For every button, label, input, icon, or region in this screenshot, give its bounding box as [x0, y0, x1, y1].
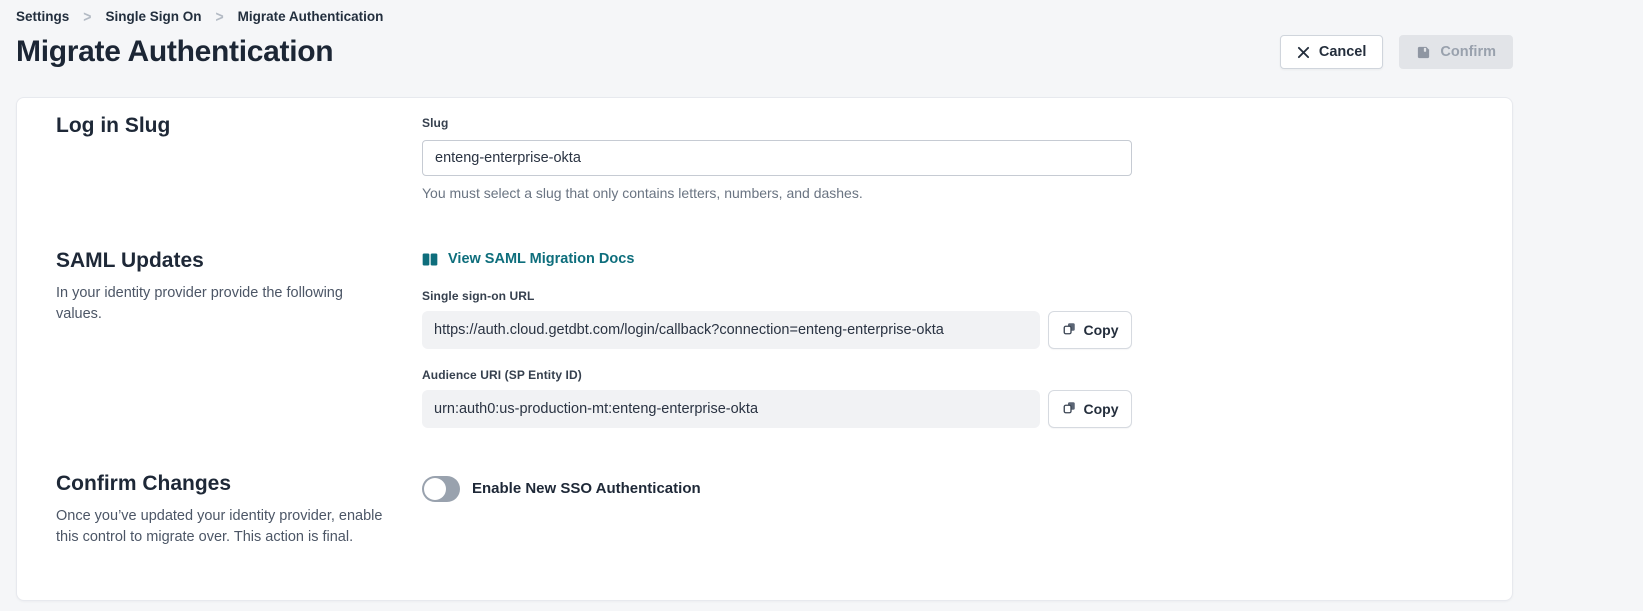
breadcrumb-settings[interactable]: Settings — [16, 9, 69, 24]
x-icon — [1297, 46, 1310, 59]
sso-url-group: Single sign-on URL https://auth.cloud.ge… — [422, 289, 1132, 349]
docs-link-label: View SAML Migration Docs — [448, 251, 634, 267]
breadcrumb-migrate-authentication: Migrate Authentication — [238, 9, 384, 24]
confirm-changes-heading: Confirm Changes — [56, 472, 392, 496]
saml-updates-section: SAML Updates In your identity provider p… — [56, 249, 1512, 428]
open-book-icon — [422, 252, 438, 267]
copy-audience-uri-button[interactable]: Copy — [1048, 390, 1132, 428]
enable-sso-toggle-label: Enable New SSO Authentication — [472, 480, 701, 497]
breadcrumb: Settings > Single Sign On > Migrate Auth… — [16, 7, 1513, 25]
slug-helper-text: You must select a slug that only contain… — [422, 185, 1132, 201]
view-saml-migration-docs-link[interactable]: View SAML Migration Docs — [422, 251, 634, 267]
confirm-button-label: Confirm — [1440, 44, 1496, 60]
sso-url-label: Single sign-on URL — [422, 289, 1132, 303]
toggle-knob — [424, 478, 446, 500]
page-container: Settings > Single Sign On > Migrate Auth… — [16, 0, 1513, 601]
login-slug-section: Log in Slug Slug You must select a slug … — [56, 114, 1512, 201]
copy-icon — [1062, 400, 1077, 418]
slug-label: Slug — [422, 116, 448, 130]
slug-input[interactable] — [422, 140, 1132, 176]
copy-button-label: Copy — [1084, 401, 1119, 417]
settings-card: Log in Slug Slug You must select a slug … — [16, 97, 1513, 601]
confirm-button[interactable]: Confirm — [1399, 35, 1513, 69]
confirm-changes-description: Once you’ve updated your identity provid… — [56, 506, 392, 548]
cancel-button[interactable]: Cancel — [1280, 35, 1384, 69]
page-header: Migrate Authentication Cancel Confirm — [16, 35, 1513, 69]
chevron-right-icon: > — [215, 7, 223, 25]
header-actions: Cancel Confirm — [1280, 35, 1513, 69]
audience-uri-group: Audience URI (SP Entity ID) urn:auth0:us… — [422, 368, 1132, 428]
audience-uri-value: urn:auth0:us-production-mt:enteng-enterp… — [422, 390, 1040, 428]
breadcrumb-single-sign-on[interactable]: Single Sign On — [105, 9, 201, 24]
audience-uri-label: Audience URI (SP Entity ID) — [422, 368, 1132, 382]
sso-url-value: https://auth.cloud.getdbt.com/login/call… — [422, 311, 1040, 349]
cancel-button-label: Cancel — [1319, 44, 1367, 60]
page-title: Migrate Authentication — [16, 35, 333, 69]
chevron-right-icon: > — [83, 7, 91, 25]
enable-sso-toggle[interactable] — [422, 476, 460, 502]
saml-updates-description: In your identity provider provide the fo… — [56, 283, 392, 325]
copy-sso-url-button[interactable]: Copy — [1048, 311, 1132, 349]
copy-icon — [1062, 321, 1077, 339]
copy-button-label: Copy — [1084, 322, 1119, 338]
confirm-changes-section: Confirm Changes Once you’ve updated your… — [56, 472, 1512, 548]
save-icon — [1416, 45, 1431, 60]
login-slug-heading: Log in Slug — [56, 114, 392, 138]
saml-updates-heading: SAML Updates — [56, 249, 392, 273]
